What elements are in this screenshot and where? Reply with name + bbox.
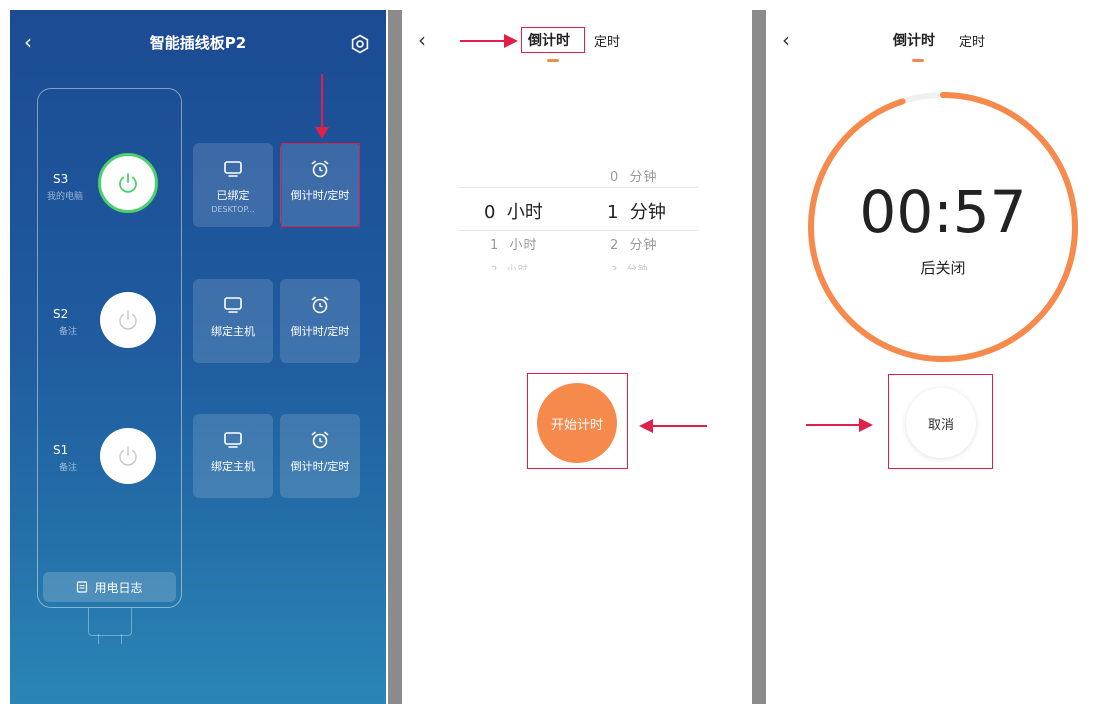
bind-host-button-s1[interactable]: 绑定主机 [193,414,273,498]
back-icon[interactable]: ‹ [418,30,426,50]
cancel-timer-button[interactable]: 取消 [906,388,976,458]
power-icon [119,173,137,193]
annotation-arrowhead-icon [504,34,518,48]
start-timer-button[interactable]: 开始计时 [537,383,617,463]
slot-name-s3: S3 [53,172,69,186]
annotation-arrowhead-icon [315,127,329,139]
countdown-time: 00:57 [859,178,1027,246]
picker-hour-selected[interactable]: 0 小时 [484,198,543,224]
picker-divider-bottom [458,230,698,231]
alarm-clock-icon [311,431,329,449]
monitor-icon [224,432,242,448]
power-strip-cord [88,608,132,636]
countdown-subtitle: 后关闭 [920,259,966,277]
picker-minute-selected[interactable]: 1 分钟 [607,198,666,224]
document-icon [77,581,88,593]
tab-countdown[interactable]: 倒计时 [528,30,570,50]
power-button-s3[interactable] [98,153,158,213]
alarm-clock-icon [311,296,329,314]
power-button-s1[interactable] [100,428,156,484]
timer-label: 倒计时/定时 [290,460,350,473]
bind-host-label: 绑定主机 [211,325,255,338]
annotation-arrow-line [460,40,508,42]
picker-hour-next[interactable]: 1 小时 [490,234,538,253]
bound-host-name: DESKTOP... [211,205,255,214]
bind-host-label: 绑定主机 [211,460,255,473]
bind-host-label: 已绑定 [216,189,250,202]
annotation-arrow-line [321,74,323,132]
slot-name-s2: S2 [53,307,69,321]
countdown-running-screen: ‹ 倒计时 定时 00:57 后关闭 取消 [766,10,1106,704]
panel-divider [752,10,766,704]
power-log-button[interactable]: 用电日志 [43,572,176,602]
picker-divider-top [458,187,698,188]
picker-minute-above[interactable]: 0 分钟 [610,166,658,185]
monitor-icon [224,161,242,177]
annotation-arrowhead-icon [859,418,873,432]
annotation-arrow-line [806,424,861,426]
tab-schedule[interactable]: 定时 [959,31,985,50]
bind-host-button-s3[interactable]: 已绑定 DESKTOP... [193,143,273,227]
monitor-icon [224,297,242,313]
timer-button-s2[interactable]: 倒计时/定时 [280,279,360,363]
timer-label: 倒计时/定时 [290,325,350,338]
power-log-label: 用电日志 [94,580,143,595]
page-title: 智能插线板P2 [149,34,247,52]
power-button-s2[interactable] [100,292,156,348]
power-strip-plug [98,634,122,644]
bind-host-button-s2[interactable]: 绑定主机 [193,279,273,363]
tab-schedule[interactable]: 定时 [594,31,620,50]
power-icon [119,310,137,330]
slot-note-s3: 我的电脑 [47,192,84,202]
picker-hour-next2[interactable]: 2 小时 [491,261,529,270]
countdown-setup-screen: ‹ 倒计时 定时 0 分钟 0 小时 1 分钟 1 小时 2 分钟 2 小时 [402,10,752,704]
picker-minute-next2[interactable]: 3 分钟 [611,261,649,270]
slot-name-s1: S1 [53,443,69,457]
back-icon[interactable]: ‹ [782,30,790,50]
settings-icon[interactable] [350,34,370,54]
timer-button-s1[interactable]: 倒计时/定时 [280,414,360,498]
power-icon [119,446,137,466]
plug-board-screen: ‹ 智能插线板P2 S3 我的电脑 已绑定 DESKTOP... 倒计时/定时 … [10,10,386,704]
picker-minute-next[interactable]: 2 分钟 [610,234,658,253]
annotation-highlight-box [281,143,360,227]
tab-indicator [912,59,924,62]
tab-countdown[interactable]: 倒计时 [893,30,935,50]
annotation-arrowhead-icon [639,419,653,433]
panel-divider [388,10,402,704]
slot-note-s1: 备注 [59,463,78,473]
annotation-arrow-line [652,425,707,427]
tab-indicator [547,59,559,62]
slot-note-s2: 备注 [59,327,78,337]
